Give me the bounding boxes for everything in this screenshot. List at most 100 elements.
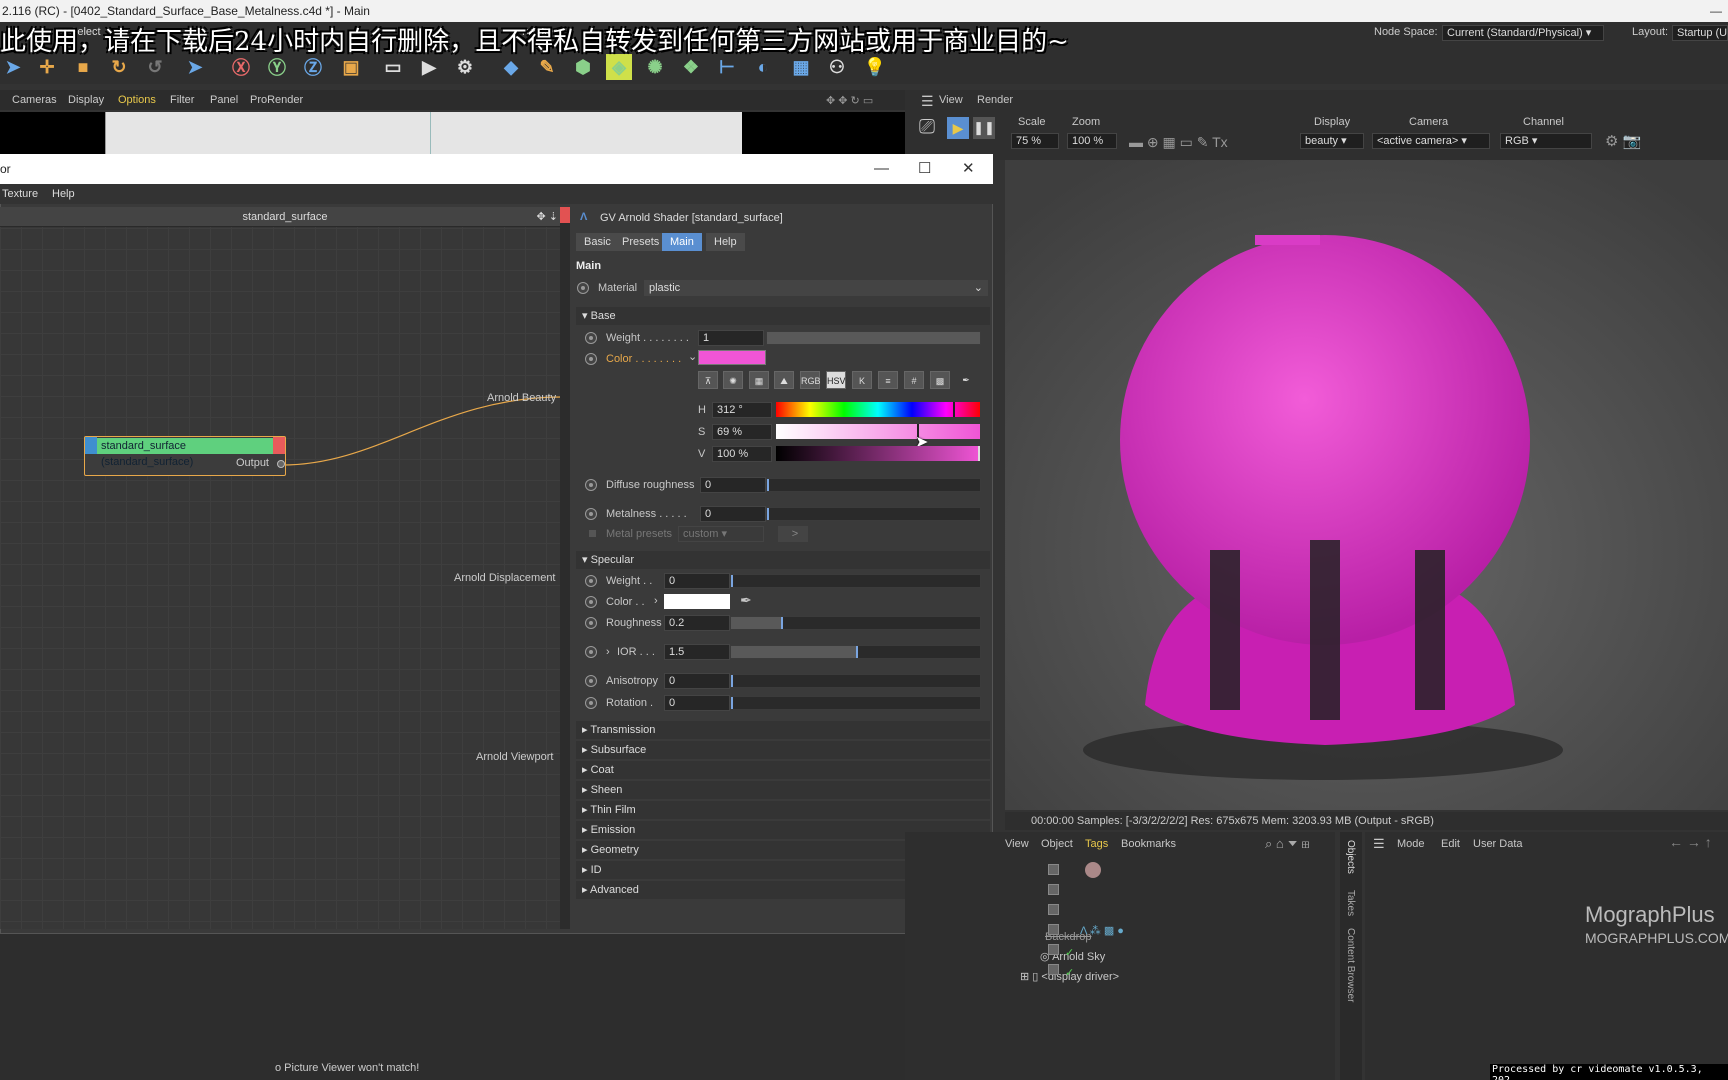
value-slider[interactable] — [776, 446, 980, 461]
s-field[interactable]: 69 % — [712, 424, 772, 440]
maximize-icon[interactable]: ☐ — [918, 154, 931, 184]
tab-help[interactable]: Help — [706, 233, 745, 251]
viewport-menu-cameras[interactable]: Cameras — [12, 94, 57, 106]
saturation-slider[interactable] — [776, 424, 980, 439]
attr-hamburger-icon[interactable]: ☰ — [1373, 836, 1385, 852]
viewport-menu-prorender[interactable]: ProRender — [250, 94, 303, 106]
hue-knob[interactable] — [952, 402, 955, 417]
layout-dropdown[interactable]: Startup (U — [1672, 25, 1728, 41]
objects-menu-object[interactable]: Object — [1041, 838, 1073, 850]
viewport-menu-display[interactable]: Display — [68, 94, 104, 106]
roughness-radio[interactable] — [585, 617, 597, 629]
back-forward-icon[interactable]: ← → ↑ — [1669, 834, 1712, 850]
pause-icon[interactable]: ❚❚ — [973, 117, 995, 139]
anisotropy-slider[interactable] — [730, 674, 981, 688]
ior-expand-icon[interactable]: › — [606, 643, 610, 661]
color-gradient-icon[interactable]: ▦ — [749, 371, 769, 389]
metal-presets-checkbox[interactable] — [589, 530, 596, 537]
objects-menu-tags[interactable]: Tags — [1085, 838, 1108, 850]
menu-texture[interactable]: Texture — [2, 188, 38, 200]
visibility-toggle[interactable] — [1048, 924, 1059, 935]
viewport-menu-options[interactable]: Options — [118, 94, 156, 106]
eyedropper-icon[interactable]: ✒ — [956, 371, 976, 389]
spec-weight-radio[interactable] — [585, 575, 597, 587]
rgb-mode-icon[interactable]: RGB — [800, 371, 821, 389]
visibility-toggle[interactable] — [1048, 944, 1059, 955]
spec-color-expand-icon[interactable]: › — [654, 592, 658, 610]
render-menu-render[interactable]: Render — [977, 94, 1013, 106]
section-base[interactable]: ▾ Base — [576, 307, 990, 325]
h-field[interactable]: 312 ° — [712, 402, 772, 418]
section-sheen[interactable]: ▸ Sheen — [576, 781, 990, 799]
check-icon[interactable]: ✓ — [1065, 946, 1074, 959]
kelvin-mode-icon[interactable]: K — [852, 371, 872, 389]
base-weight-field[interactable]: 1 — [698, 330, 764, 346]
tab-basic[interactable]: Basic — [576, 233, 619, 251]
section-thin-film[interactable]: ▸ Thin Film — [576, 801, 990, 819]
rotation-field[interactable]: 0 — [664, 695, 730, 711]
snapshot-icon[interactable]: ⚙ 📷 — [1605, 132, 1641, 150]
mixer-icon[interactable]: ≡ — [878, 371, 898, 389]
base-color-swatch[interactable] — [698, 350, 766, 365]
visibility-toggle[interactable] — [1048, 964, 1059, 975]
value-knob[interactable] — [978, 446, 980, 461]
spec-color-swatch[interactable] — [664, 594, 730, 609]
viewport-nav-icon[interactable]: ✥ ✥ ↻ ▭ — [826, 94, 873, 107]
hsv-mode-icon[interactable]: HSV — [826, 371, 846, 389]
objects-menu-view[interactable]: View — [1005, 838, 1029, 850]
spec-weight-field[interactable]: 0 — [664, 573, 730, 589]
material-dropdown[interactable]: plastic ⌄ — [644, 280, 988, 296]
section-subsurface[interactable]: ▸ Subsurface — [576, 741, 990, 759]
diffuse-roughness-knob[interactable] — [767, 479, 769, 491]
visibility-toggle[interactable] — [1048, 884, 1059, 895]
panel-divider[interactable] — [560, 207, 570, 929]
attr-menu-user-data[interactable]: User Data — [1473, 838, 1523, 850]
tab-presets[interactable]: Presets — [614, 233, 668, 251]
metalness-knob[interactable] — [767, 508, 769, 520]
weight-radio[interactable] — [585, 332, 597, 344]
metal-presets-dropdown[interactable]: custom ▾ — [678, 526, 764, 542]
viewport-menu-panel[interactable]: Panel — [210, 94, 238, 106]
spec-eyedropper-icon[interactable]: ✒ — [740, 592, 752, 609]
roughness-slider[interactable] — [730, 616, 981, 630]
camera-dropdown[interactable]: <active camera> ▾ — [1372, 133, 1490, 149]
color-wheel-mode-icon[interactable]: ⊼ — [698, 371, 718, 389]
minimize-icon[interactable]: — — [874, 154, 889, 184]
metalness-radio[interactable] — [585, 508, 597, 520]
roughness-field[interactable]: 0.2 — [664, 615, 730, 631]
color-image-icon[interactable]: ⛰ — [774, 371, 794, 389]
backdrop-tags-icon[interactable]: Λ ⁂ ▩ ● — [1080, 924, 1124, 937]
window-minimize-button[interactable]: — — [1710, 0, 1722, 22]
render-camera-icon[interactable]: ⎚ — [919, 116, 935, 139]
close-icon[interactable]: ✕ — [962, 154, 975, 184]
check-icon[interactable]: ✓ — [1065, 966, 1074, 979]
side-tab-content-browser[interactable]: Content Browser — [1345, 928, 1356, 1002]
metal-presets-apply-button[interactable]: > — [778, 526, 808, 542]
diffuse-roughness-field[interactable]: 0 — [700, 477, 766, 493]
ior-slider[interactable] — [730, 645, 981, 659]
diffuse-radio[interactable] — [585, 479, 597, 491]
hex-mode-icon[interactable]: # — [904, 371, 924, 389]
render-view-tool-icons[interactable]: ▬ ⊕ ▦ ▭ ✎ Tx — [1129, 134, 1228, 151]
spec-weight-knob[interactable] — [731, 575, 733, 587]
base-weight-slider[interactable] — [766, 331, 981, 345]
color-radio[interactable] — [585, 353, 597, 365]
section-specular[interactable]: ▾ Specular — [576, 551, 990, 569]
ior-field[interactable]: 1.5 — [664, 644, 730, 660]
anisotropy-knob[interactable] — [731, 675, 733, 687]
anisotropy-field[interactable]: 0 — [664, 673, 730, 689]
metalness-field[interactable]: 0 — [700, 506, 766, 522]
visibility-toggle[interactable] — [1048, 904, 1059, 915]
hue-slider[interactable] — [776, 402, 980, 417]
scale-field[interactable]: 75 % — [1011, 133, 1059, 149]
v-field[interactable]: 100 % — [712, 446, 772, 462]
viewport-menu-filter[interactable]: Filter — [170, 94, 194, 106]
anisotropy-radio[interactable] — [585, 675, 597, 687]
objects-search-icon[interactable]: ⌕ ⌂ ⏷ ⊞ — [1265, 836, 1310, 852]
side-tab-objects[interactable]: Objects — [1345, 840, 1356, 874]
rotation-radio[interactable] — [585, 697, 597, 709]
metalness-slider[interactable] — [766, 507, 981, 521]
diffuse-roughness-slider[interactable] — [766, 478, 981, 492]
tab-main[interactable]: Main — [662, 233, 702, 251]
rotation-knob[interactable] — [731, 697, 733, 709]
